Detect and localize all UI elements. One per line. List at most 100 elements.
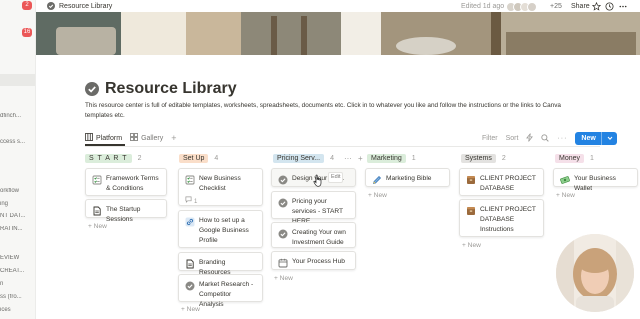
comment-count: 1 (185, 196, 256, 207)
add-card-button[interactable]: + New (368, 192, 387, 199)
edited-timestamp: Edited 1d ago (461, 2, 505, 10)
new-button-label: New (581, 135, 596, 142)
chevron-down-icon[interactable] (607, 135, 613, 143)
sidebar-item[interactable]: ing (0, 201, 35, 207)
more-icon[interactable]: ··· (344, 154, 352, 163)
filter-button[interactable]: Filter (482, 135, 498, 142)
sort-button[interactable]: Sort (506, 135, 519, 142)
card[interactable]: Your Business Wallet (553, 168, 638, 192)
column-count: 2 (137, 154, 142, 162)
column-tag[interactable]: Marketing (367, 153, 406, 163)
avatar (527, 2, 537, 12)
card-title: CLIENT PROJECT DATABASE (480, 175, 536, 192)
sidebar-item[interactable]: ccess s... (0, 139, 35, 145)
clock-icon[interactable] (605, 2, 614, 13)
view-toolbar: Filter Sort ··· New (482, 132, 617, 145)
card-title: New Business Checklist (199, 175, 241, 192)
add-card-button[interactable]: + New (88, 223, 107, 230)
sidebar-item[interactable]: n (0, 281, 35, 287)
divider (85, 146, 600, 147)
sidebar-item[interactable]: NT DAT... (0, 213, 35, 219)
notification-badge[interactable]: 2 (22, 1, 32, 10)
add-card-button[interactable]: + New (274, 275, 293, 282)
tab-gallery[interactable]: Gallery (130, 133, 163, 143)
star-icon[interactable] (591, 1, 602, 13)
gallery-icon (130, 133, 138, 143)
card[interactable]: Your Process Hub (271, 251, 356, 270)
search-icon[interactable] (541, 133, 550, 144)
add-icon[interactable]: + (358, 154, 363, 163)
card[interactable]: Branding Resources (178, 252, 263, 276)
add-card-button[interactable]: + New (556, 192, 575, 199)
card[interactable]: The Startup Sessions (85, 199, 167, 223)
database-icon (466, 206, 476, 231)
calendar-icon (278, 258, 288, 268)
cover-image (36, 12, 640, 55)
card[interactable]: Marketing Bible (365, 168, 450, 187)
add-card-button[interactable]: + New (181, 306, 200, 313)
column-tag[interactable]: Set Up (179, 153, 209, 163)
page-description[interactable]: This resource center is full of editable… (85, 101, 565, 121)
edit-button[interactable]: Edit (328, 172, 344, 183)
check-circle-icon (278, 229, 288, 242)
presence-avatars[interactable] (506, 2, 537, 12)
webcam-overlay (556, 234, 634, 312)
card[interactable]: How to set up a Google Business Profile (178, 210, 263, 248)
add-view-button[interactable]: + (171, 133, 176, 143)
sidebar-item[interactable]: orkflow (0, 188, 35, 194)
more-icon[interactable] (618, 2, 628, 13)
column-tag[interactable]: Systems (461, 153, 496, 163)
sidebar: 2 16 dfinch... ccess s... orkflow ing NT… (0, 0, 36, 319)
column-tag[interactable]: Money (555, 153, 585, 163)
column-tag[interactable]: Pricing Serv... (273, 153, 325, 163)
document-icon (92, 206, 102, 216)
new-button[interactable]: New (575, 132, 617, 145)
check-circle-icon (278, 198, 288, 213)
notion-window: 2 16 dfinch... ccess s... orkflow ing NT… (0, 0, 640, 319)
column-count: 2 (501, 154, 506, 162)
share-button[interactable]: Share (571, 3, 590, 10)
sidebar-item[interactable]: dfinch... (0, 113, 35, 119)
presence-count[interactable]: +25 (550, 3, 562, 10)
card-title: The Startup Sessions (106, 206, 141, 223)
sidebar-selected-item[interactable] (0, 74, 35, 86)
board-column-marketing: Marketing 1 (367, 152, 416, 164)
tab-platform[interactable]: Platform (85, 133, 122, 143)
card-title: How to set up a Google Business Profile (199, 217, 249, 244)
card[interactable]: CLIENT PROJECT DATABASE (459, 168, 544, 196)
card-title: Creating Your own Investment Guide (292, 229, 346, 246)
lightning-icon[interactable] (526, 133, 534, 144)
sidebar-item[interactable]: RATIN... (0, 226, 35, 232)
link-icon (185, 217, 195, 242)
board-column-systems: Systems 2 (461, 152, 506, 164)
board-column-pricing: Pricing Serv... 4 ··· + (273, 152, 363, 164)
board-icon (85, 133, 93, 143)
sidebar-item[interactable]: ices (0, 307, 35, 313)
topbar: Resource Library Edited 1d ago +25 Share (36, 0, 640, 12)
checklist-icon (92, 175, 102, 190)
check-circle-icon[interactable] (85, 82, 99, 96)
sidebar-item[interactable]: EVIEW (0, 255, 35, 261)
sidebar-item[interactable]: CREAT... (0, 268, 35, 274)
card[interactable]: New Business Checklist 1 (178, 168, 263, 206)
board-column-set-up: Set Up 4 (179, 152, 218, 164)
more-icon[interactable]: ··· (557, 135, 567, 142)
card-title: Your Process Hub (292, 258, 345, 265)
document-icon (185, 259, 195, 269)
add-card-button[interactable]: + New (462, 242, 481, 249)
sidebar-item[interactable]: ss (fro... (0, 294, 35, 300)
card[interactable]: CLIENT PROJECT DATABASE Instructions (459, 199, 544, 237)
notification-badge[interactable]: 16 (22, 28, 32, 37)
board-column-money: Money 1 (555, 152, 594, 164)
card[interactable]: Creating Your own Investment Guide (271, 222, 356, 248)
card[interactable]: Market Research - Competitor Analysis (178, 274, 263, 308)
breadcrumb[interactable]: Resource Library (59, 3, 112, 10)
card[interactable]: Framework Terms & Conditions (85, 168, 167, 196)
check-circle-icon (278, 175, 288, 185)
comment-icon (185, 196, 192, 207)
card-title: Market Research - Competitor Analysis (199, 281, 254, 308)
pencil-icon (372, 175, 382, 184)
column-tag[interactable]: S T A R T (85, 153, 132, 163)
card[interactable]: Pricing your services - START HERE (271, 191, 356, 225)
page-title[interactable]: Resource Library (105, 80, 237, 98)
